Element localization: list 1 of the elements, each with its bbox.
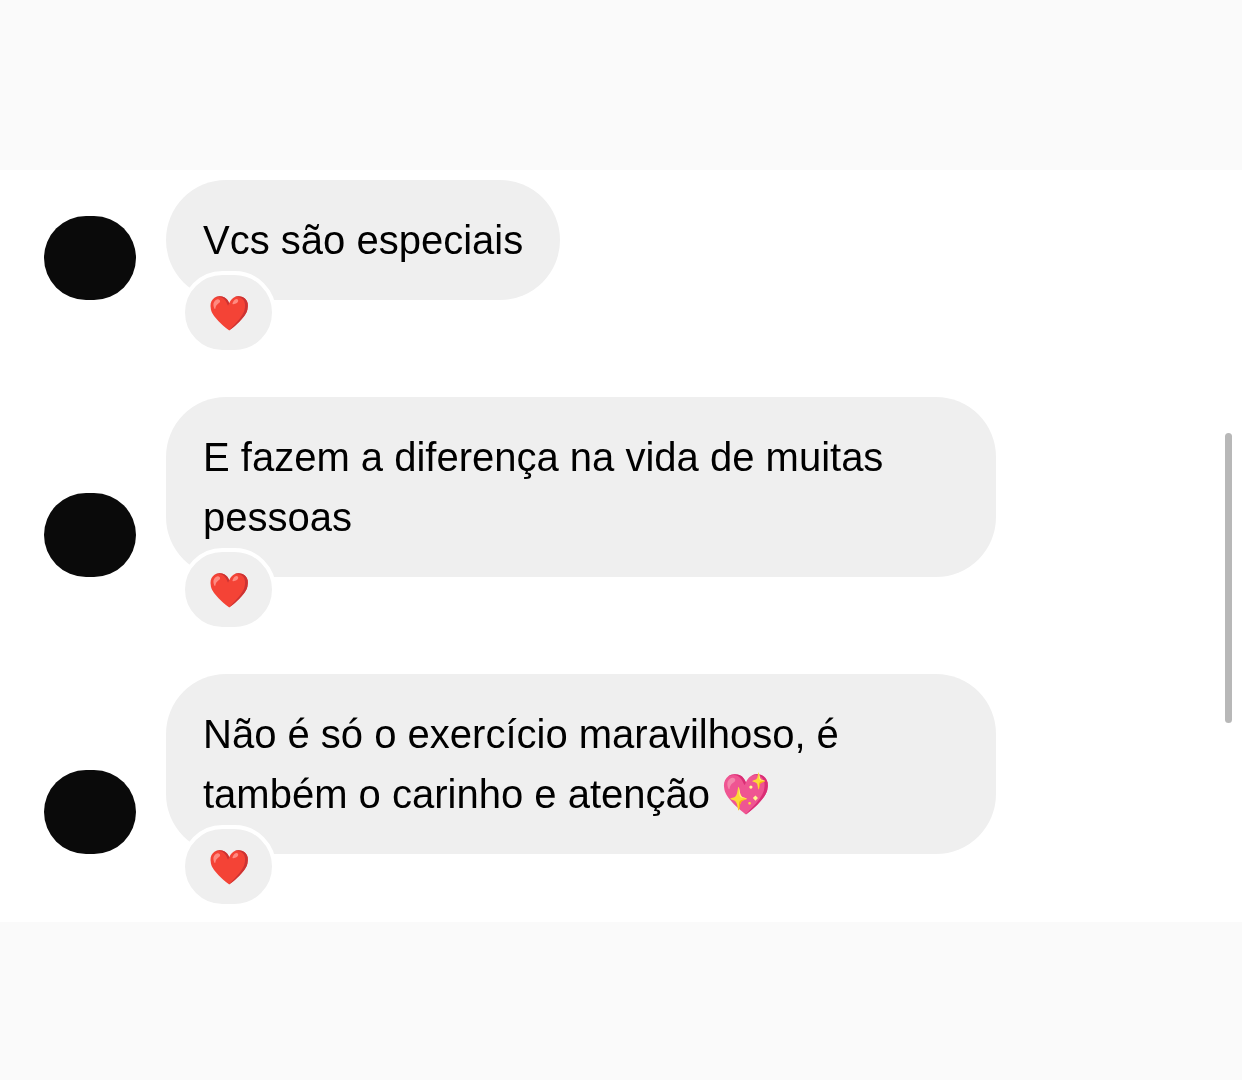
- scrollbar[interactable]: [1225, 433, 1232, 723]
